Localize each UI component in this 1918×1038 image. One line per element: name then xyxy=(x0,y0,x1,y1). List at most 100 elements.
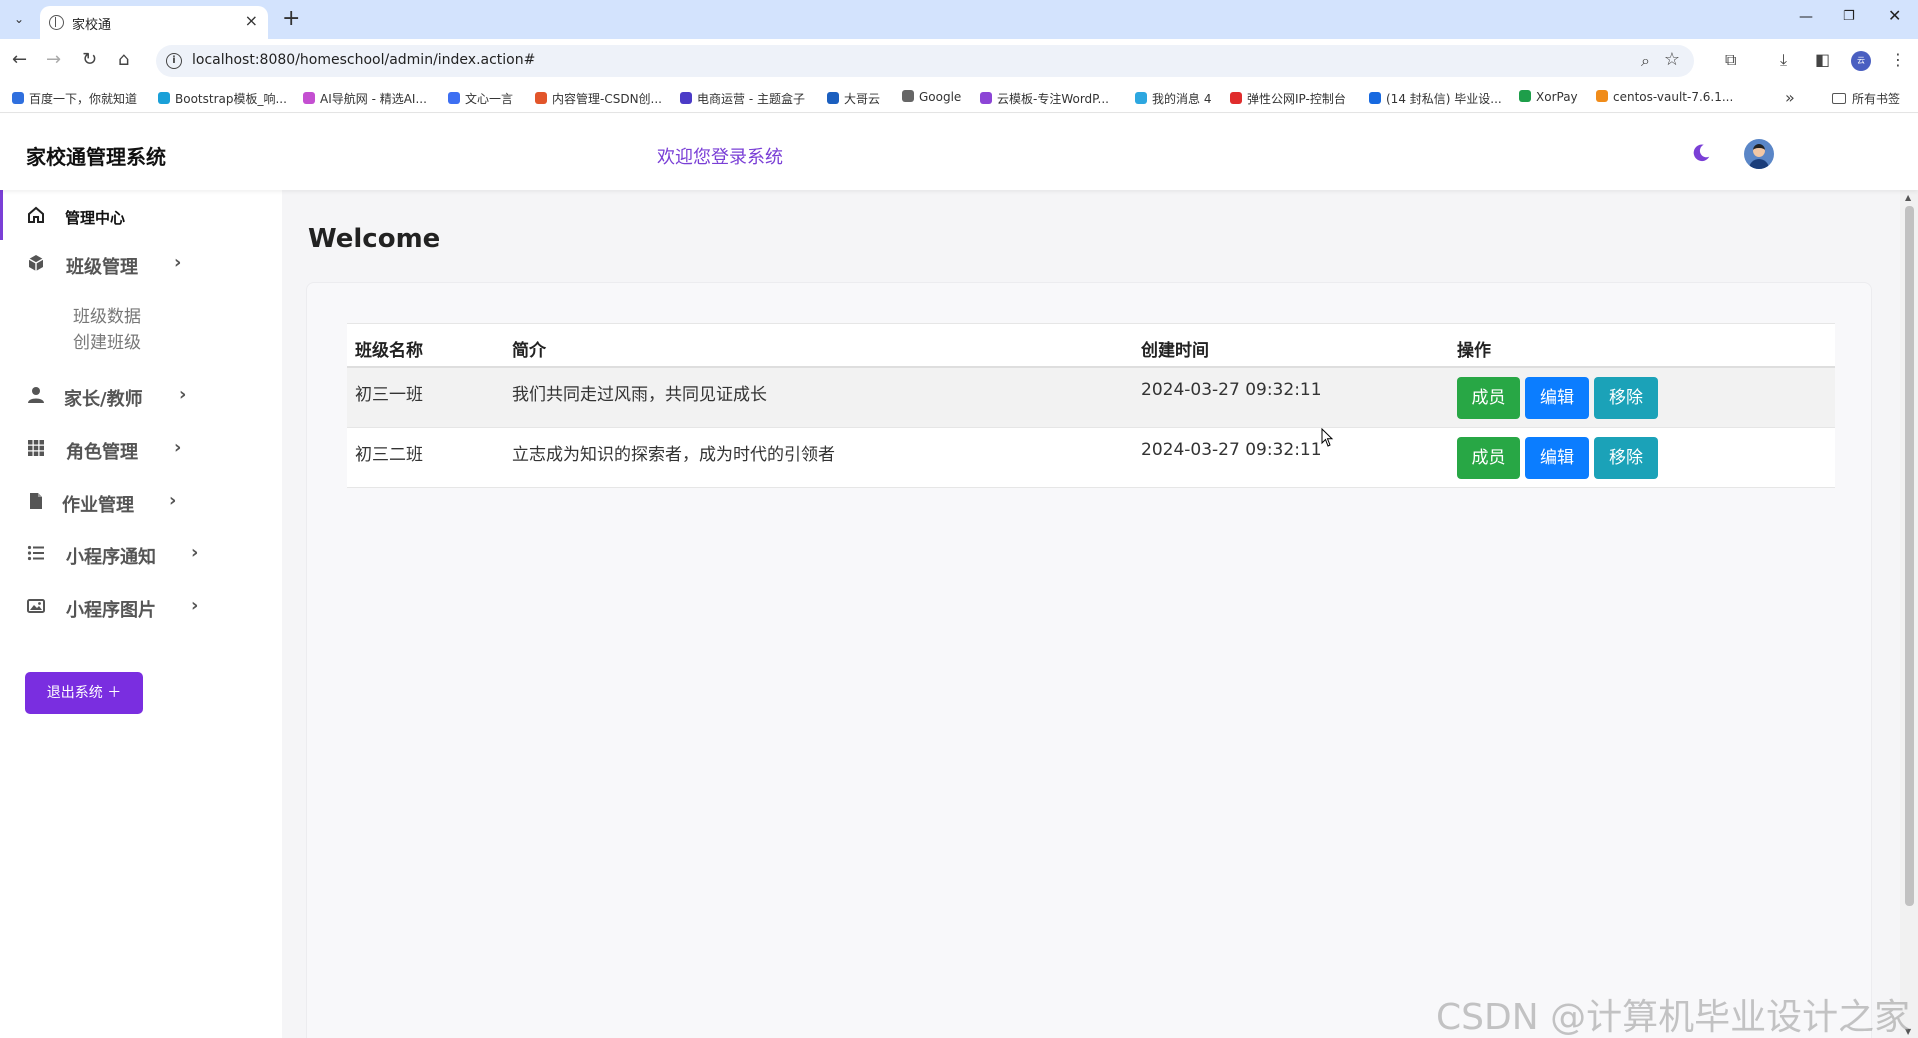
column-header-actions: 操作 xyxy=(1457,341,1491,361)
cell-class-name: 初三一班 xyxy=(355,385,423,405)
chevron-right-icon: › xyxy=(191,542,199,563)
browser-tab[interactable]: 家校通 × xyxy=(40,6,268,39)
download-icon[interactable]: ⤓ xyxy=(1780,50,1787,70)
profile-icon[interactable]: 云 xyxy=(1851,51,1871,71)
bookmark-item[interactable]: centos-vault-7.6.1... xyxy=(1596,90,1733,104)
bookmark-item[interactable]: Bootstrap模板_响... xyxy=(158,90,287,107)
bookmark-item[interactable]: 电商运营 - 主题盒子 xyxy=(680,90,805,107)
chevron-right-icon: › xyxy=(191,595,199,616)
bookmark-item[interactable]: 我的消息 4 xyxy=(1135,90,1211,107)
bookmark-item[interactable]: 弹性公网IP-控制台 xyxy=(1230,90,1346,107)
members-button[interactable]: 成员 xyxy=(1457,377,1520,419)
bookmark-item[interactable]: (14 封私信) 毕业设... xyxy=(1369,90,1502,107)
bookmark-label: 弹性公网IP-控制台 xyxy=(1247,92,1346,106)
bookmark-label: Google xyxy=(919,90,962,104)
edit-button[interactable]: 编辑 xyxy=(1525,377,1589,419)
tab-title: 家校通 xyxy=(72,18,112,33)
url-text[interactable]: localhost:8080/homeschool/admin/index.ac… xyxy=(192,52,535,68)
page-scrollbar[interactable]: ▲ ▼ xyxy=(1900,190,1918,1038)
page-title: Welcome xyxy=(308,224,441,254)
bookmark-star-icon[interactable]: ☆ xyxy=(1664,49,1680,70)
sidebar-item-class-management[interactable]: 班级管理 › xyxy=(0,238,282,288)
submenu-class-data[interactable]: 班级数据 xyxy=(73,302,141,327)
new-tab-icon[interactable]: + xyxy=(282,6,300,32)
sidebar-item-role-management[interactable]: 角色管理 › xyxy=(0,423,282,473)
edit-button[interactable]: 编辑 xyxy=(1525,437,1589,479)
bookmark-favicon-icon xyxy=(158,92,170,104)
bookmark-favicon-icon xyxy=(1135,92,1147,104)
sidebar-item-label: 小程序通知 xyxy=(66,547,156,568)
watermark: CSDN @计算机毕业设计之家 xyxy=(1436,997,1911,1038)
bookmark-favicon-icon xyxy=(535,92,547,104)
table-row: 初三一班 我们共同走过风雨，共同见证成长 2024-03-27 09:32:11… xyxy=(347,368,1835,428)
folder-icon xyxy=(1832,93,1846,104)
cell-intro: 我们共同走过风雨，共同见证成长 xyxy=(512,385,767,405)
column-header-created: 创建时间 xyxy=(1141,341,1209,361)
home-icon xyxy=(28,206,44,223)
address-toolbar: ← → ↻ ⌂ i localhost:8080/homeschool/admi… xyxy=(0,39,1918,83)
close-window-icon[interactable]: ✕ xyxy=(1888,6,1901,25)
mouse-cursor-icon xyxy=(1321,428,1334,447)
list-icon xyxy=(27,545,44,561)
members-button[interactable]: 成员 xyxy=(1457,437,1520,479)
all-bookmarks-folder[interactable]: 所有书签 xyxy=(1832,90,1900,107)
sidebar-item-parents-teachers[interactable]: 家长/教师 › xyxy=(0,370,282,420)
sidebar-item-miniapp-notice[interactable]: 小程序通知 › xyxy=(0,528,282,578)
minimize-icon[interactable]: — xyxy=(1799,9,1813,25)
grid-icon xyxy=(28,440,44,456)
scroll-up-arrow-icon[interactable]: ▲ xyxy=(1905,193,1911,202)
tab-search-chevron-icon[interactable]: ⌄ xyxy=(8,8,30,30)
bookmark-favicon-icon xyxy=(1230,92,1242,104)
reload-icon[interactable]: ↻ xyxy=(82,50,97,70)
forward-icon[interactable]: → xyxy=(46,50,61,70)
bookmark-favicon-icon xyxy=(680,92,692,104)
bookmark-item[interactable]: 云模板-专注WordP... xyxy=(980,90,1109,107)
menu-kebab-icon[interactable]: ⋮ xyxy=(1890,50,1906,69)
sidebar-item-label: 角色管理 xyxy=(66,442,138,463)
logout-button[interactable]: 退出系统 ＋ xyxy=(25,672,143,714)
url-bar[interactable]: i localhost:8080/homeschool/admin/index.… xyxy=(156,45,1694,77)
bookmark-item[interactable]: XorPay xyxy=(1519,90,1578,104)
all-bookmarks-label: 所有书签 xyxy=(1852,92,1901,106)
zoom-icon[interactable]: ⌕ xyxy=(1641,51,1650,71)
bookmark-label: 百度一下，你就知道 xyxy=(29,92,138,106)
extensions-icon[interactable]: ⧉ xyxy=(1725,50,1736,70)
bookmarks-bar: 百度一下，你就知道 Bootstrap模板_响... AI导航网 - 精选AI...… xyxy=(0,83,1918,113)
close-tab-icon[interactable]: × xyxy=(245,11,258,30)
back-icon[interactable]: ← xyxy=(12,50,27,70)
bookmark-item[interactable]: Google xyxy=(902,90,961,104)
moon-icon[interactable] xyxy=(1690,142,1712,164)
more-bookmarks-icon[interactable]: » xyxy=(1785,88,1795,107)
bookmark-item[interactable]: 文心一言 xyxy=(448,90,513,107)
brand-title: 家校通管理系统 xyxy=(26,145,166,169)
remove-button[interactable]: 移除 xyxy=(1594,437,1658,479)
globe-icon xyxy=(49,15,64,30)
side-panel-icon[interactable]: ◧ xyxy=(1815,50,1830,69)
bookmark-favicon-icon xyxy=(1519,90,1531,102)
chevron-right-icon: › xyxy=(169,490,177,511)
submenu-create-class[interactable]: 创建班级 xyxy=(73,328,141,353)
bookmark-label: 我的消息 4 xyxy=(1152,92,1212,106)
bookmark-item[interactable]: AI导航网 - 精选AI... xyxy=(303,90,427,107)
restore-icon[interactable]: ❐ xyxy=(1843,9,1855,24)
bookmark-item[interactable]: 百度一下，你就知道 xyxy=(12,90,137,107)
sidebar-item-miniapp-images[interactable]: 小程序图片 › xyxy=(0,581,282,631)
site-info-icon[interactable]: i xyxy=(166,53,182,69)
chevron-right-icon: › xyxy=(174,252,182,273)
remove-button[interactable]: 移除 xyxy=(1594,377,1658,419)
avatar[interactable] xyxy=(1744,139,1774,169)
sidebar-item-homework[interactable]: 作业管理 › xyxy=(0,476,282,526)
bookmark-item[interactable]: 大哥云 xyxy=(827,90,880,107)
column-header-intro: 简介 xyxy=(512,341,546,361)
cell-created: 2024-03-27 09:32:11 xyxy=(1141,380,1322,400)
sidebar-item-dashboard[interactable]: 管理中心 xyxy=(0,190,282,240)
bookmark-favicon-icon xyxy=(1596,90,1608,102)
bookmark-item[interactable]: 内容管理-CSDN创... xyxy=(535,90,662,107)
scroll-thumb[interactable] xyxy=(1905,206,1914,906)
bookmark-label: XorPay xyxy=(1536,90,1578,104)
bookmark-label: 电商运营 - 主题盒子 xyxy=(697,92,805,106)
column-header-name: 班级名称 xyxy=(355,341,423,361)
home-page-icon[interactable]: ⌂ xyxy=(118,50,129,70)
sidebar: 管理中心 班级管理 › 班级数据 创建班级 家长/教师 › 角色管理 › 作业管… xyxy=(0,190,282,1038)
bookmark-label: 文心一言 xyxy=(465,92,514,106)
